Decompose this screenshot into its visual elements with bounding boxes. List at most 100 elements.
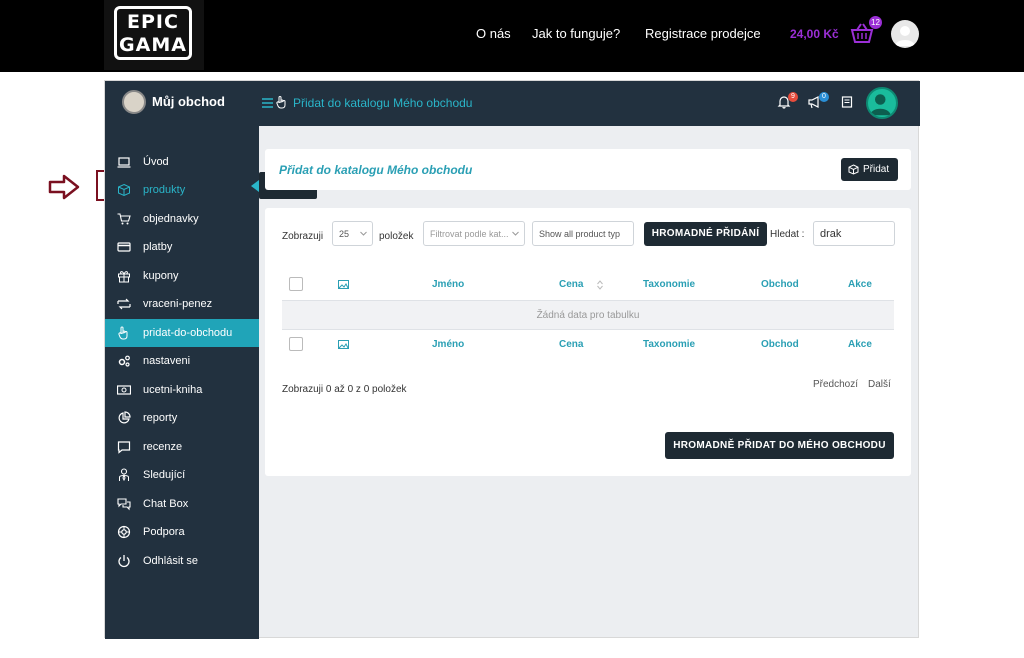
page-size-value: 25 <box>339 229 350 239</box>
nav-link-jak-to-funguje[interactable]: Jak to funguje? <box>532 26 620 41</box>
money-icon <box>117 385 131 395</box>
search-value: drak <box>820 228 842 240</box>
sidebar-item-sleduj-c-[interactable]: Sledující <box>105 461 259 489</box>
user-tie-icon <box>119 468 129 482</box>
comment-icon <box>117 441 131 454</box>
vendor-avatar[interactable] <box>866 87 898 119</box>
announcement-badge: 0 <box>819 92 829 102</box>
sidebar-item-produkty[interactable]: produkty <box>105 176 259 204</box>
box-icon <box>118 183 130 197</box>
sidebar-item-platby[interactable]: platby <box>105 233 259 261</box>
empty-message: Žádná data pro tabulku <box>536 310 640 321</box>
items-label: položek <box>379 231 414 242</box>
cart-icon <box>117 213 131 225</box>
user-avatar-icon[interactable] <box>891 20 919 48</box>
nav-link-o-nas[interactable]: O nás <box>476 26 511 41</box>
pagination-previous[interactable]: Předchozí <box>813 379 858 390</box>
footer-column-store: Obchod <box>761 339 799 350</box>
pagination-next[interactable]: Další <box>868 379 891 390</box>
add-button-label: Přidat <box>863 164 890 175</box>
gears-icon <box>118 355 130 367</box>
sidebar-item-objednavky[interactable]: objednavky <box>105 205 259 233</box>
page-size-select[interactable]: 25 <box>332 221 373 246</box>
sidebar-item-ucetni-kniha[interactable]: ucetni-kniha <box>105 376 259 404</box>
sidebar-item-label: reporty <box>143 412 178 424</box>
image-icon <box>338 280 349 289</box>
sidebar-item-label: objednavky <box>143 213 199 225</box>
sidebar-item--vod[interactable]: Úvod <box>105 148 259 176</box>
menu-toggle-icon[interactable] <box>262 98 273 108</box>
footer-column-taxonomy: Taxonomie <box>643 339 696 350</box>
column-header-name[interactable]: Jméno <box>432 279 464 290</box>
table-footer: Jméno Cena Taxonomie Obchod Akce <box>282 331 894 361</box>
chevron-down-icon <box>360 231 367 236</box>
search-input[interactable]: drak <box>813 221 895 246</box>
category-filter-select[interactable]: Filtrovat podle kat... <box>423 221 525 246</box>
page-title: Přidat do katalogu Mého obchodu <box>279 163 473 177</box>
sidebar-item-recenze[interactable]: recenze <box>105 433 259 461</box>
sidebar-item-label: vraceni-penez <box>143 298 213 310</box>
sidebar-item-label: kupony <box>143 270 179 282</box>
sidebar-item-label: Úvod <box>143 156 169 168</box>
footer-column-name: Jméno <box>432 339 465 350</box>
nav-link-registrace[interactable]: Registrace prodejce <box>645 26 761 41</box>
logo-line-2: GAMA <box>119 34 187 56</box>
gift-icon <box>118 271 130 283</box>
select-all-checkbox-footer[interactable] <box>289 337 303 351</box>
sidebar-item-pridat-do-obchodu[interactable]: pridat-do-obchodu <box>105 319 259 347</box>
credit-card-icon <box>117 242 131 252</box>
column-header-store[interactable]: Obchod <box>761 279 799 290</box>
select-all-checkbox[interactable] <box>289 277 303 291</box>
sidebar-item-kupony[interactable]: kupony <box>105 262 259 290</box>
table-info: Zobrazuji 0 až 0 z 0 položek <box>282 384 407 395</box>
sidebar-item-podpora[interactable]: Podpora <box>105 518 259 546</box>
book-icon[interactable] <box>840 95 854 109</box>
product-type-value: Show all product typ <box>539 229 621 239</box>
sidebar-item-label: Podpora <box>143 526 185 538</box>
add-button[interactable]: Přidat <box>841 158 898 181</box>
cart-price[interactable]: 24,00 Kč <box>790 27 839 41</box>
sidebar-item-label: recenze <box>143 441 183 453</box>
hand-pointer-icon <box>276 96 286 109</box>
logo-line-1: EPIC <box>127 11 179 33</box>
site-logo[interactable]: EPIC GAMA <box>104 0 204 70</box>
sidebar-item-reporty[interactable]: reporty <box>105 404 259 432</box>
cart-count-badge: 12 <box>869 16 882 29</box>
sidebar-item-label: platby <box>143 241 173 253</box>
annotation-arrow-icon <box>48 174 80 200</box>
lifebuoy-icon <box>117 525 131 539</box>
sidebar-item-nastaveni[interactable]: nastaveni <box>105 347 259 375</box>
chevron-down-icon <box>512 231 519 236</box>
bulk-add-to-store-label: HROMADNĚ PŘIDAT DO MÉHO OBCHODU <box>673 440 886 451</box>
footer-column-price: Cena <box>559 339 584 350</box>
app-header: Můj obchod Přidat do katalogu Mého obcho… <box>105 81 920 126</box>
bulk-add-button[interactable]: HROMADNÉ PŘIDÁNÍ <box>644 222 767 246</box>
table-header: Jméno Cena Taxonomie Obchod Akce <box>282 271 894 301</box>
column-header-taxonomy[interactable]: Taxonomie <box>643 279 695 290</box>
sidebar-item-label: Odhlásit se <box>143 555 199 567</box>
sidebar-item-label: Sledující <box>143 469 186 481</box>
sidebar-item-label: produkty <box>143 184 186 196</box>
chat-icon <box>117 498 131 511</box>
store-logo[interactable] <box>122 90 146 114</box>
catalog-table-card: Zobrazuji 25 položek Filtrovat podle kat… <box>265 208 911 476</box>
sidebar-item-odhl-sit-se[interactable]: Odhlásit se <box>105 547 259 575</box>
sidebar-item-label: nastaveni <box>143 355 191 367</box>
notification-badge: 9 <box>788 92 798 102</box>
sidebar-item-chat-box[interactable]: Chat Box <box>105 490 259 518</box>
power-icon <box>118 555 130 568</box>
product-type-select[interactable]: Show all product typ <box>532 221 634 246</box>
sidebar-item-label: Chat Box <box>143 498 189 510</box>
store-name[interactable]: Můj obchod <box>152 94 225 109</box>
column-header-price[interactable]: Cena <box>559 279 583 290</box>
sidebar-item-label: ucetni-kniha <box>143 384 203 396</box>
logo-mark: EPIC GAMA <box>114 6 192 60</box>
sort-icon[interactable] <box>597 280 603 290</box>
bulk-add-label: HROMADNÉ PŘIDÁNÍ <box>651 228 760 239</box>
sidebar-nav: Úvod produkty objednavky platby kupony vracen… <box>105 126 259 639</box>
footer-column-actions: Akce <box>848 339 872 350</box>
sidebar-item-vraceni-penez[interactable]: vraceni-penez <box>105 290 259 318</box>
bulk-add-to-store-button[interactable]: HROMADNĚ PŘIDAT DO MÉHO OBCHODU <box>665 432 894 459</box>
cube-icon <box>848 164 859 175</box>
page-size-label: Zobrazuji <box>282 231 324 242</box>
